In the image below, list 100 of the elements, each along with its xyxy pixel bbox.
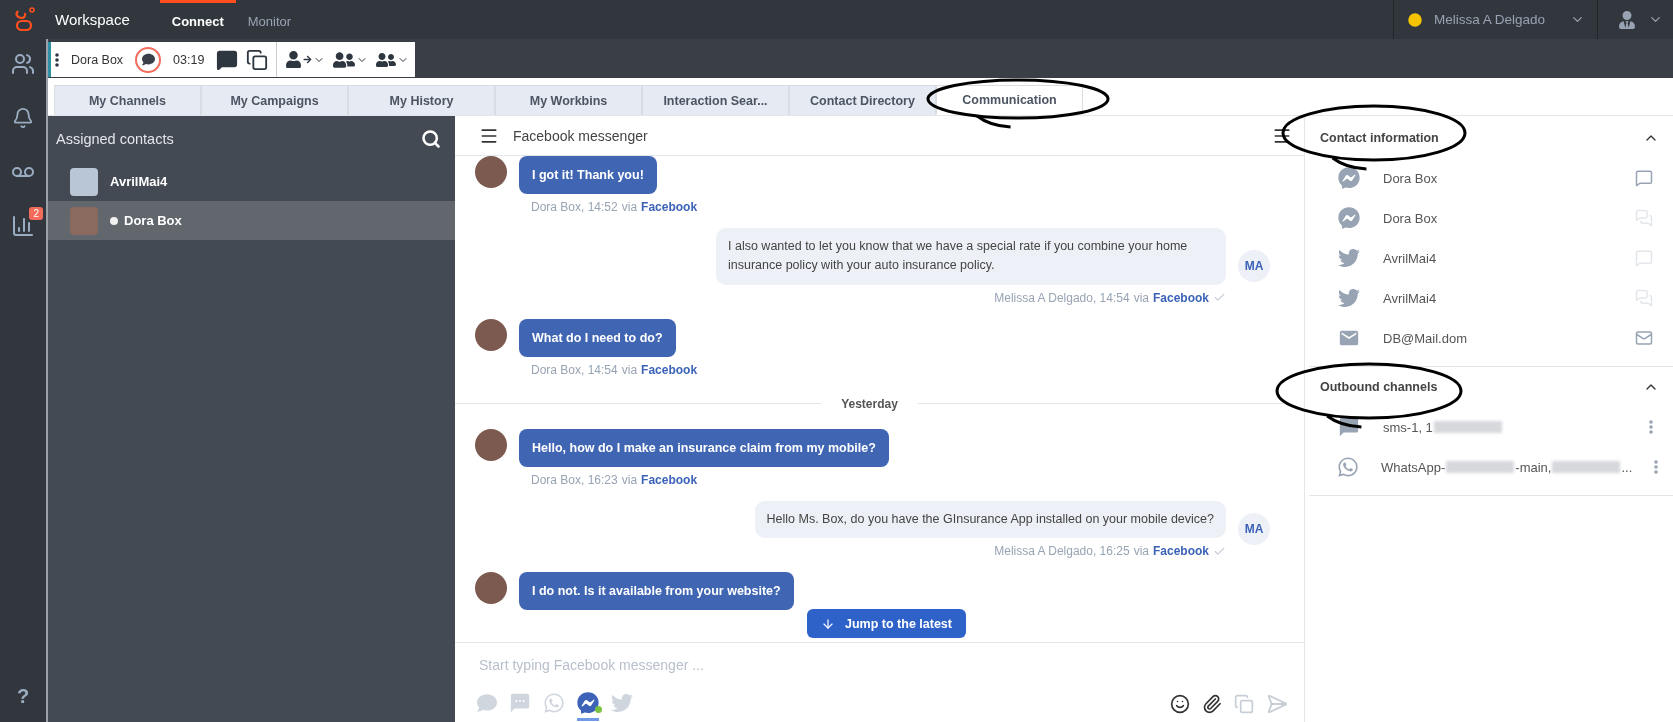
tab[interactable]: My Workbins bbox=[495, 85, 642, 115]
message-meta: via bbox=[621, 472, 638, 487]
tab[interactable]: My Campaigns bbox=[201, 85, 348, 115]
tab[interactable]: Contact Directory bbox=[789, 85, 936, 115]
messenger-icon bbox=[1338, 167, 1360, 189]
message-meta: Dora Box, 14:54 bbox=[531, 362, 618, 377]
channel-link[interactable]: Facebook bbox=[1153, 290, 1209, 305]
contact-value: AvrilMai4 bbox=[1383, 290, 1438, 306]
contact-item[interactable]: Dora Box bbox=[48, 201, 455, 240]
bird-icon bbox=[611, 691, 633, 714]
agent-avatar: MA bbox=[1238, 513, 1270, 546]
kebab-icon bbox=[1649, 420, 1653, 434]
messenger-icon bbox=[577, 691, 599, 714]
message-bubble: I also wanted to let you know that we have a special rate if you combine your home insurance policy with your auto insurance policy. bbox=[716, 228, 1226, 285]
message-meta: via bbox=[1133, 290, 1149, 305]
search-icon[interactable] bbox=[421, 129, 441, 149]
message-meta: Dora Box, 16:23 bbox=[531, 472, 618, 487]
avatar bbox=[475, 572, 507, 605]
badge: 2 bbox=[29, 207, 43, 220]
avatar bbox=[475, 428, 507, 461]
tab[interactable]: Communication bbox=[936, 85, 1083, 115]
arrow-down-icon bbox=[821, 616, 835, 631]
channel-link[interactable]: Facebook bbox=[641, 472, 698, 487]
clock-icon bbox=[1406, 10, 1424, 29]
bell-icon bbox=[12, 107, 34, 129]
contact-value: DB@Mail.dom bbox=[1383, 330, 1468, 346]
tab[interactable]: Interaction Sear... bbox=[642, 85, 789, 115]
message-bubble: Hello Ms. Box, do you have the GInsurance App installed on your mobile device? bbox=[754, 500, 1226, 539]
contact-value: Dora Box bbox=[1383, 170, 1439, 186]
section-header[interactable]: Outbound channels bbox=[1309, 367, 1673, 407]
person-icon bbox=[1618, 10, 1636, 29]
logo-icon bbox=[13, 6, 37, 33]
person-icon bbox=[285, 51, 303, 68]
contact-name: Dora Box bbox=[71, 52, 124, 67]
contact-value: Dora Box bbox=[1383, 210, 1439, 226]
message-meta: Dora Box, 14:52 bbox=[531, 200, 618, 214]
tab[interactable]: My Channels bbox=[54, 85, 201, 115]
sms-icon bbox=[1338, 416, 1360, 438]
agent-avatar: MA bbox=[1238, 250, 1270, 283]
timer: 03:19 bbox=[173, 52, 205, 67]
message-meta: Melissa A Delgado, 16:25 bbox=[994, 544, 1130, 559]
chats-icon bbox=[1635, 209, 1653, 227]
smiley-icon bbox=[1170, 694, 1190, 715]
whatsapp-icon bbox=[543, 691, 565, 714]
kebab-icon bbox=[55, 52, 59, 67]
message-input[interactable]: Start typing Facebook messenger ... bbox=[477, 643, 1288, 687]
channel-link[interactable]: Facebook bbox=[1153, 544, 1209, 559]
chat-title: Facebook messenger bbox=[513, 127, 649, 144]
chats-icon bbox=[1635, 289, 1653, 307]
message-meta: via bbox=[621, 200, 638, 214]
contact-value: AvrilMai4 bbox=[1383, 250, 1438, 266]
copy-button[interactable] bbox=[246, 48, 269, 71]
jump-button[interactable]: Jump to the latest bbox=[807, 609, 966, 638]
arrow-right-icon bbox=[303, 55, 313, 64]
message-meta: Melissa A Delgado, 14:54 bbox=[994, 290, 1130, 305]
help-button[interactable]: ? bbox=[16, 685, 30, 708]
chat-icon bbox=[1635, 249, 1653, 267]
more-button[interactable] bbox=[55, 52, 59, 67]
chat-icon bbox=[477, 692, 497, 713]
attach-button[interactable] bbox=[1202, 694, 1222, 715]
avatar bbox=[70, 167, 98, 196]
message-bubble: Hello, how do I make an insurance claim from my mobile? bbox=[519, 428, 889, 467]
status-dot bbox=[595, 706, 602, 714]
message-meta: via bbox=[1133, 544, 1149, 559]
contacts-icon bbox=[11, 52, 35, 76]
bird-icon bbox=[1338, 287, 1360, 309]
app-name: Workspace bbox=[55, 11, 130, 28]
avatar bbox=[475, 156, 507, 188]
panel-title: Assigned contacts bbox=[56, 131, 174, 147]
channel-name: WhatsApp- -main, ... bbox=[1381, 459, 1633, 475]
whatsapp-icon bbox=[1337, 456, 1359, 478]
messenger-icon bbox=[1338, 207, 1360, 229]
avatar bbox=[475, 318, 507, 351]
send-icon bbox=[1266, 693, 1288, 716]
emoji-button[interactable] bbox=[1170, 694, 1190, 715]
sms-icon bbox=[509, 691, 531, 714]
transfer-button[interactable] bbox=[285, 51, 326, 68]
contact-action-button[interactable] bbox=[1635, 329, 1653, 347]
chat-button[interactable] bbox=[135, 46, 162, 73]
message-meta: via bbox=[621, 362, 638, 377]
tab[interactable]: My History bbox=[348, 85, 495, 115]
message-bubble: I got it! Thank you! bbox=[519, 156, 657, 194]
date-divider: Yesterday bbox=[841, 396, 898, 411]
contact-item[interactable]: AvrilMai4 bbox=[48, 162, 455, 201]
message-bubble: What do I need to do? bbox=[519, 318, 676, 357]
channel-link[interactable]: Facebook bbox=[641, 362, 698, 377]
bird-icon bbox=[1338, 247, 1360, 269]
channel-name: sms-1, 1 bbox=[1383, 419, 1627, 435]
channel-link[interactable]: Facebook bbox=[641, 200, 698, 214]
nav-tab[interactable]: Monitor bbox=[235, 0, 304, 39]
message-bubble: I do not. Is it available from your website? bbox=[519, 572, 794, 611]
contact-action-button[interactable] bbox=[1635, 169, 1653, 187]
chat-icon bbox=[1635, 169, 1653, 187]
mail-icon bbox=[1635, 329, 1653, 347]
chart-icon bbox=[11, 214, 35, 238]
copy-icon bbox=[1234, 694, 1254, 715]
paperclip-icon bbox=[1202, 694, 1222, 715]
kebab-icon bbox=[1654, 460, 1659, 474]
copy-icon bbox=[246, 48, 269, 71]
section-header[interactable]: Contact information bbox=[1309, 118, 1673, 158]
